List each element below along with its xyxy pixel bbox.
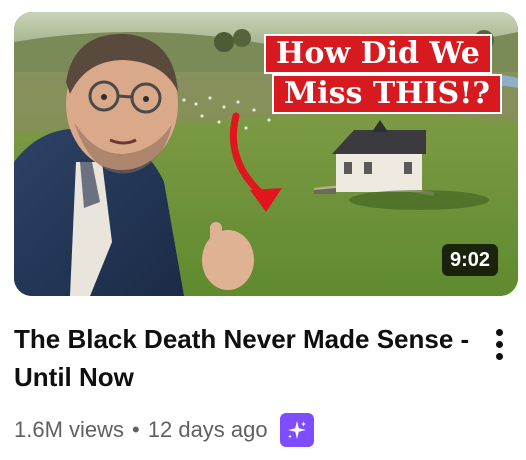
thumbnail-caption-line1: How Did We (264, 34, 492, 74)
video-card[interactable]: How Did We Miss THIS!? 9:02 The Black De… (0, 0, 526, 460)
video-thumbnail[interactable]: How Did We Miss THIS!? 9:02 (14, 12, 518, 296)
video-title[interactable]: The Black Death Never Made Sense - Until… (14, 320, 474, 396)
sparkle-icon[interactable] (279, 413, 314, 447)
more-vertical-icon (484, 328, 514, 360)
view-count: 1.6M views (14, 417, 125, 442)
upload-age: 12 days ago (147, 417, 268, 442)
video-metadata: 1.6M views • 12 days ago (14, 410, 314, 450)
thumbnail-caption-line2: Miss THIS!? (272, 74, 502, 114)
meta-separator: • (132, 417, 140, 442)
duration-badge: 9:02 (441, 244, 498, 276)
more-options-button[interactable] (484, 322, 514, 366)
